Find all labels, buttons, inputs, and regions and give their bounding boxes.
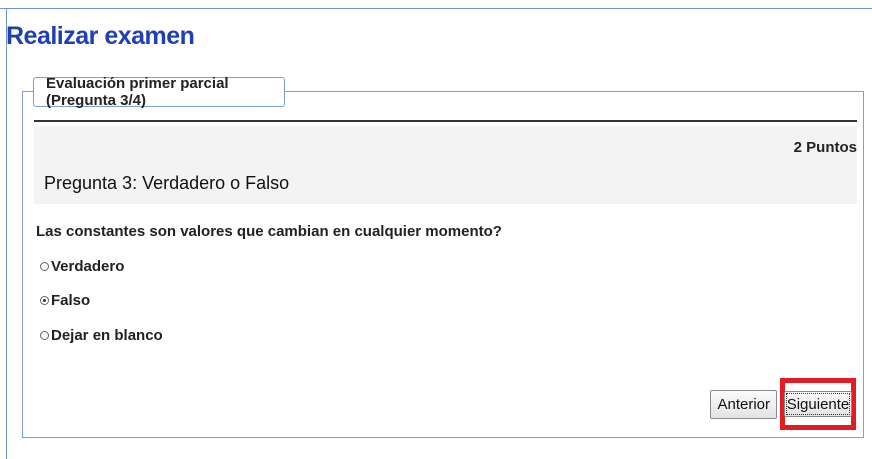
radio-button-selected-icon[interactable] <box>40 296 49 305</box>
question-header-line <box>34 120 857 122</box>
radio-button-icon[interactable] <box>40 262 49 271</box>
top-divider <box>0 8 872 9</box>
answer-option-true[interactable]: Verdadero <box>40 258 124 275</box>
next-button[interactable]: Siguiente <box>783 391 853 417</box>
question-header: 2 Puntos Pregunta 3: Verdadero o Falso <box>34 126 857 204</box>
radio-button-icon[interactable] <box>40 331 49 340</box>
exam-legend: Evaluación primer parcial (Pregunta 3/4) <box>33 75 285 109</box>
question-text: Las constantes son valores que cambian e… <box>36 223 502 240</box>
answer-option-blank[interactable]: Dejar en blanco <box>40 327 163 344</box>
question-points: 2 Puntos <box>793 139 857 156</box>
question-title: Pregunta 3: Verdadero o Falso <box>44 173 290 193</box>
answer-option-label: Verdadero <box>51 258 125 275</box>
answer-option-label: Dejar en blanco <box>51 327 163 344</box>
answer-option-false[interactable]: Falso <box>40 292 90 309</box>
next-button-highlight: Siguiente <box>780 378 856 430</box>
answer-option-label: Falso <box>51 292 91 309</box>
previous-button[interactable]: Anterior <box>710 389 777 419</box>
exam-page: Realizar examen Evaluación primer parcia… <box>0 0 872 459</box>
left-divider <box>6 8 7 459</box>
page-title: Realizar examen <box>6 22 195 50</box>
navigation-buttons: Anterior Siguiente <box>710 378 856 430</box>
